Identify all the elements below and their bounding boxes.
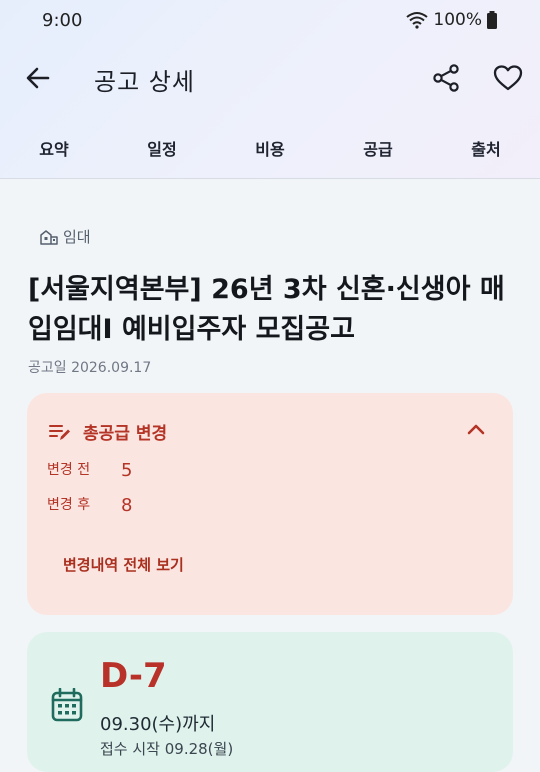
wifi-icon — [406, 12, 429, 29]
back-arrow-icon[interactable] — [22, 62, 54, 94]
tab-summary[interactable]: 요약 — [14, 136, 94, 160]
before-label: 변경 전 — [47, 462, 91, 478]
tab-supply[interactable]: 공급 — [338, 136, 418, 160]
category-badge: 임대 — [40, 226, 91, 247]
change-history-link[interactable]: 변경내역 전체 보기 — [63, 554, 184, 575]
notice-title: [서울지역본부] 26년 3차 신혼·신생아 매입임대I 예비입주자 모집공고 — [28, 274, 505, 345]
status-indicators: 100% — [405, 10, 498, 30]
after-label: 변경 후 — [47, 497, 91, 513]
change-header[interactable]: 총공급 변경 — [49, 419, 167, 444]
dday-label: D-7 — [100, 656, 167, 696]
tab-schedule[interactable]: 일정 — [122, 136, 202, 160]
edit-list-icon — [49, 424, 70, 440]
tab-bar: 요약 일정 비용 공급 출처 — [0, 130, 540, 164]
building-icon — [40, 229, 58, 245]
change-heading: 총공급 변경 — [83, 424, 168, 444]
after-value: 8 — [121, 495, 133, 516]
category-label: 임대 — [63, 228, 91, 246]
header-area: 9:00 100% 공고 상세 요약 일정 비용 공급 출처 — [0, 0, 540, 179]
battery-percent: 100% — [433, 10, 482, 30]
tab-cost[interactable]: 비용 — [230, 136, 310, 160]
battery-icon — [487, 11, 497, 29]
notice-date: 공고일 2026.09.17 — [28, 360, 152, 376]
due-date: 09.30(수)까지 — [100, 714, 216, 735]
deadline-card: D-7 09.30(수)까지 접수 시작 09.28(월) — [27, 632, 513, 772]
page-title: 공고 상세 — [94, 68, 195, 96]
calendar-icon — [51, 688, 83, 722]
share-icon[interactable] — [430, 62, 462, 94]
chevron-up-icon[interactable] — [465, 419, 487, 441]
before-value: 5 — [121, 460, 133, 481]
status-time: 9:00 — [42, 10, 83, 31]
start-date: 접수 시작 09.28(월) — [100, 740, 234, 758]
change-card: 총공급 변경 변경 전 5 변경 후 8 변경내역 전체 보기 — [27, 393, 513, 615]
tab-source[interactable]: 출처 — [446, 136, 526, 160]
heart-icon[interactable] — [492, 62, 524, 94]
